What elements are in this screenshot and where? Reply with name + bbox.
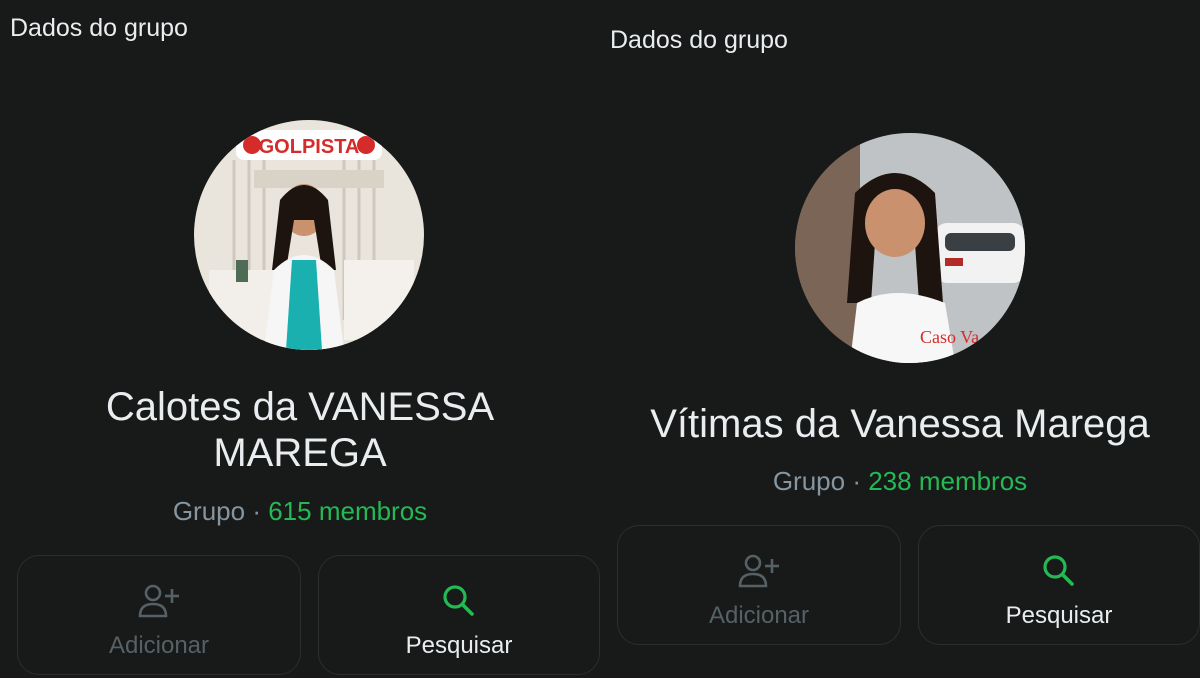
add-person-icon xyxy=(738,554,779,588)
meta-separator: · xyxy=(252,496,261,526)
add-person-icon xyxy=(138,584,179,618)
add-button[interactable]: Adicionar xyxy=(617,525,901,645)
header-title: Dados do grupo xyxy=(610,26,788,54)
add-button-label: Adicionar xyxy=(108,632,210,659)
group-name-line1: Calotes da VANESSA xyxy=(105,385,495,429)
group-avatar[interactable]: GOLPISTA xyxy=(194,120,424,350)
group-info-panel-right: Dados do grupo Caso Va Vítimas da Vaness… xyxy=(600,0,1200,678)
group-type: Grupo xyxy=(772,466,846,496)
members-count[interactable]: 615 membros xyxy=(268,496,427,526)
members-count[interactable]: 238 membros xyxy=(868,466,1027,496)
group-meta: Grupo · 615 membros xyxy=(0,496,600,527)
search-button[interactable]: Pesquisar xyxy=(318,555,600,675)
group-name: Calotes da VANESSA MAREGA xyxy=(0,384,600,476)
group-meta: Grupo · 238 membros xyxy=(600,466,1200,497)
meta-separator: · xyxy=(852,466,861,496)
group-avatar[interactable]: Caso Va xyxy=(795,133,1025,363)
search-icon xyxy=(443,585,474,616)
group-name-line2: MAREGA xyxy=(213,431,387,475)
search-icon xyxy=(1043,555,1074,586)
search-button[interactable]: Pesquisar xyxy=(918,525,1200,645)
header-title: Dados do grupo xyxy=(10,14,188,42)
group-type: Grupo xyxy=(172,496,246,526)
group-info-panel-left: Dados do grupo GOLPISTA Calotes da VANES… xyxy=(0,0,600,678)
avatar-badge-text: GOLPISTA xyxy=(259,136,360,158)
avatar-photo: GOLPISTA xyxy=(194,120,424,350)
group-name: Vítimas da Vanessa Marega xyxy=(650,402,1150,446)
search-button-label: Pesquisar xyxy=(405,632,513,659)
add-button[interactable]: Adicionar xyxy=(17,555,301,675)
avatar-caption: Caso Va xyxy=(920,327,979,347)
avatar-photo: Caso Va xyxy=(795,133,1025,363)
add-button-label: Adicionar xyxy=(708,602,810,629)
search-button-label: Pesquisar xyxy=(1005,602,1113,629)
